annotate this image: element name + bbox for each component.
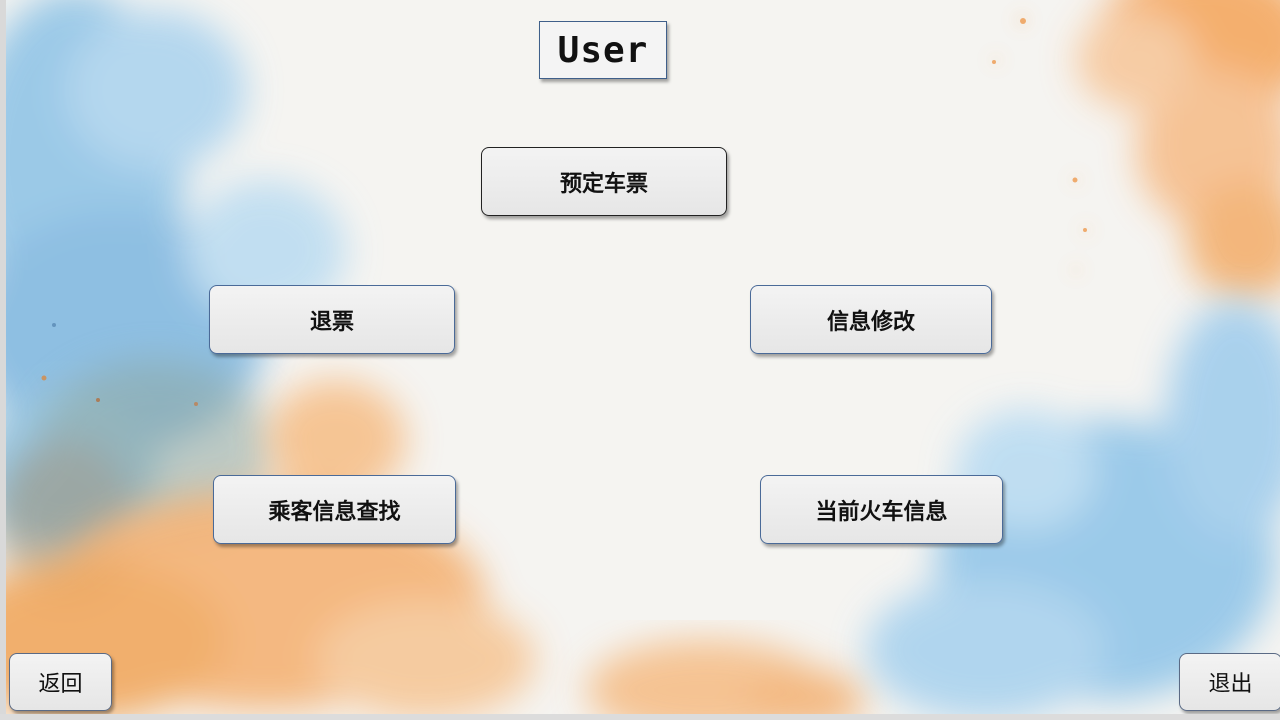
refund-ticket-button[interactable]: 退票 — [209, 285, 455, 354]
passenger-search-button[interactable]: 乘客信息查找 — [213, 475, 456, 544]
edit-info-button[interactable]: 信息修改 — [750, 285, 992, 354]
page-title-box: User — [539, 21, 667, 79]
window-bottom-edge — [0, 714, 1280, 720]
page-title: User — [557, 29, 649, 71]
watercolor-background — [6, 0, 1280, 714]
user-menu-window: User 预定车票 退票 信息修改 乘客信息查找 当前火车信息 返回 退出 — [6, 0, 1280, 714]
current-train-info-button[interactable]: 当前火车信息 — [760, 475, 1003, 544]
back-button[interactable]: 返回 — [9, 653, 112, 711]
book-ticket-button[interactable]: 预定车票 — [481, 147, 727, 216]
exit-button[interactable]: 退出 — [1179, 653, 1280, 711]
